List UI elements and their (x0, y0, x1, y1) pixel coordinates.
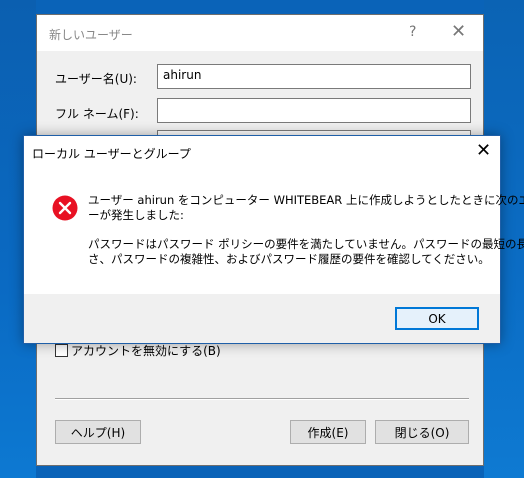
new-user-titlebar: 新しいユーザー ? ✕ (37, 15, 483, 51)
error-message-line: ーが発生しました: (88, 208, 184, 222)
error-message-line: さ、パスワードの複雑性、およびパスワード履歴の要件を確認してください。 (88, 252, 490, 266)
username-input[interactable]: ahirun (157, 64, 471, 89)
error-body (24, 168, 500, 294)
error-icon (52, 195, 78, 221)
error-dialog: ローカル ユーザーとグループ ✕ ユーザー ahirun をコンピューター WH… (23, 135, 524, 344)
fullname-label: フル ネーム(F): (55, 107, 139, 121)
help-button[interactable]: ヘルプ(H) (55, 420, 141, 444)
fullname-input[interactable] (157, 98, 471, 123)
close-icon[interactable]: ✕ (476, 140, 491, 161)
disable-account-label: アカウントを無効にする(B) (71, 344, 221, 358)
ok-button[interactable]: OK (395, 307, 479, 330)
disable-account-row[interactable]: アカウントを無効にする(B) (55, 342, 221, 359)
close-icon[interactable]: ✕ (451, 21, 466, 42)
separator (55, 398, 469, 400)
new-user-title: 新しいユーザー (49, 28, 133, 42)
error-message-line: パスワードはパスワード ポリシーの要件を満たしていません。パスワードの最短の長 (88, 237, 524, 251)
disable-account-checkbox[interactable] (55, 344, 68, 357)
help-icon[interactable]: ? (409, 24, 416, 40)
error-titlebar: ローカル ユーザーとグループ ✕ (24, 136, 500, 168)
create-button[interactable]: 作成(E) (290, 420, 366, 444)
close-button[interactable]: 閉じる(O) (375, 420, 469, 444)
error-message-line: ユーザー ahirun をコンピューター WHITEBEAR 上に作成しようとし… (88, 193, 524, 207)
username-label: ユーザー名(U): (55, 72, 137, 86)
error-dialog-title: ローカル ユーザーとグループ (32, 147, 191, 161)
